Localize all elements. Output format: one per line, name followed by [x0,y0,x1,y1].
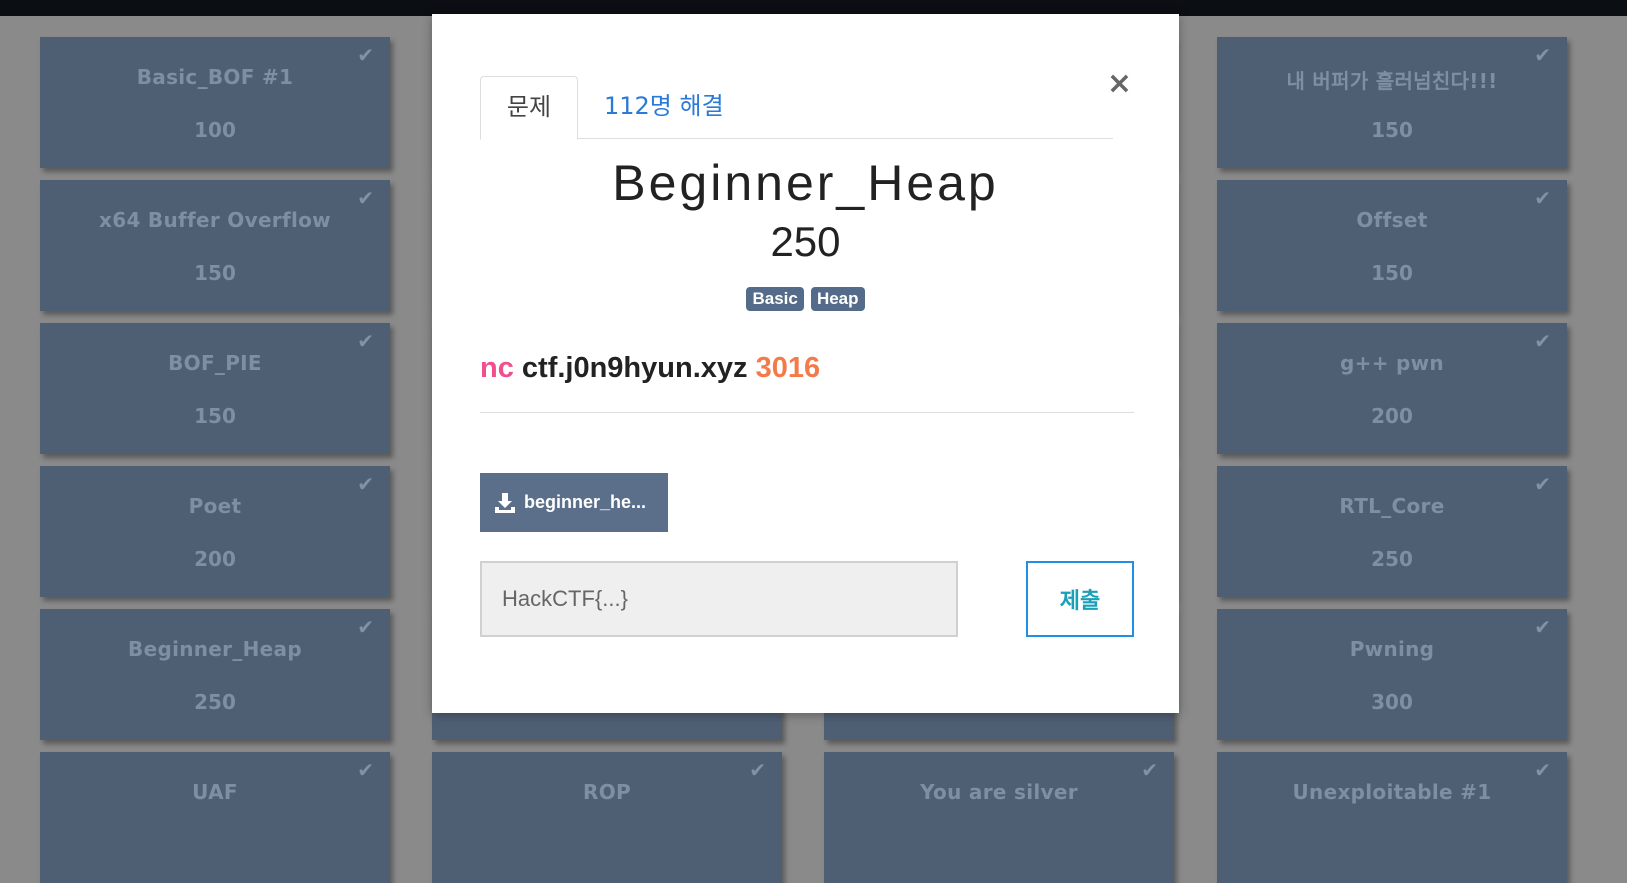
download-button[interactable]: beginner_he... [480,473,668,532]
check-icon: ✔ [1534,472,1551,496]
tag-badge: Basic [746,287,804,311]
challenge-card[interactable]: ✔ Unexploitable #1 [1217,752,1567,883]
check-icon: ✔ [1534,329,1551,353]
challenge-card[interactable]: ✔ Offset 150 [1217,180,1567,311]
submit-button[interactable]: 제출 [1026,561,1134,637]
check-icon: ✔ [1534,758,1551,782]
challenge-card[interactable]: ✔ BOF_PIE 150 [40,323,390,454]
challenge-card[interactable]: ✔ RTL_Core 250 [1217,466,1567,597]
check-icon: ✔ [749,758,766,782]
challenge-card[interactable]: ✔ g++ pwn 200 [1217,323,1567,454]
challenge-name: ROP [583,780,631,804]
download-label: beginner_he... [524,492,647,512]
divider [480,412,1134,413]
challenge-points: 150 [194,404,236,428]
check-icon: ✔ [357,472,374,496]
challenge-name: Pwning [1349,637,1435,661]
flag-input[interactable] [480,561,958,637]
challenge-name: Offset [1356,208,1428,232]
challenge-card[interactable]: ✔ You are silver [824,752,1174,883]
check-icon: ✔ [1534,43,1551,67]
check-icon: ✔ [1534,615,1551,639]
challenge-modal: 문제 112명 해결 × Beginner_Heap 250 Basic Hea… [432,14,1179,713]
challenge-points: 150 [1371,118,1413,142]
challenge-name: g++ pwn [1340,351,1444,375]
check-icon: ✔ [357,758,374,782]
tab-solves[interactable]: 112명 해결 [604,76,724,138]
check-icon: ✔ [357,329,374,353]
close-icon[interactable]: × [1107,66,1132,101]
check-icon: ✔ [357,186,374,210]
challenge-card[interactable]: ✔ Poet 200 [40,466,390,597]
challenge-name: Basic_BOF #1 [136,65,294,89]
desc-port: 3016 [755,352,821,384]
challenge-description: nc ctf.j0n9hyun.xyz 3016 [480,352,820,385]
challenge-card[interactable]: ✔ Beginner_Heap 250 [40,609,390,740]
challenge-card[interactable]: ✔ ROP [432,752,782,883]
challenge-name: You are silver [920,780,1078,804]
check-icon: ✔ [357,615,374,639]
tag-list: Basic Heap [432,287,1179,311]
challenge-card[interactable]: ✔ x64 Buffer Overflow 150 [40,180,390,311]
challenge-points: 150 [1371,261,1413,285]
challenge-card[interactable]: ✔ UAF [40,752,390,883]
modal-tabs: 문제 112명 해결 [480,62,1113,140]
challenge-points: 250 [194,690,236,714]
challenge-points: 250 [1371,547,1413,571]
challenge-name: Poet [188,494,242,518]
challenge-card[interactable]: ✔ 내 버퍼가 흘러넘친다!!! 150 [1217,37,1567,168]
check-icon: ✔ [357,43,374,67]
challenge-name: 내 버퍼가 흘러넘친다!!! [1286,69,1498,93]
challenge-points: 300 [1371,690,1413,714]
challenge-points: 100 [194,118,236,142]
challenge-card[interactable]: ✔ Pwning 300 [1217,609,1567,740]
check-icon: ✔ [1141,758,1158,782]
desc-host: ctf.j0n9hyun.xyz [521,352,748,384]
tag-badge: Heap [810,287,865,311]
tab-problem[interactable]: 문제 [480,76,578,140]
desc-nc: nc [480,352,514,384]
challenge-name: RTL_Core [1339,494,1445,518]
challenge-name: x64 Buffer Overflow [99,208,331,232]
download-icon [495,492,515,513]
challenge-name: Beginner_Heap [128,637,302,661]
challenge-name: UAF [192,780,238,804]
challenge-points-value: 250 [770,218,841,265]
challenge-card[interactable]: ✔ Basic_BOF #1 100 [40,37,390,168]
challenge-name: BOF_PIE [168,351,262,375]
challenge-points: 150 [194,261,236,285]
challenge-name: Unexploitable #1 [1292,780,1492,804]
challenge-points: 200 [1371,404,1413,428]
challenge-points: 200 [194,547,236,571]
challenge-title: Beginner_Heap [612,155,999,211]
check-icon: ✔ [1534,186,1551,210]
